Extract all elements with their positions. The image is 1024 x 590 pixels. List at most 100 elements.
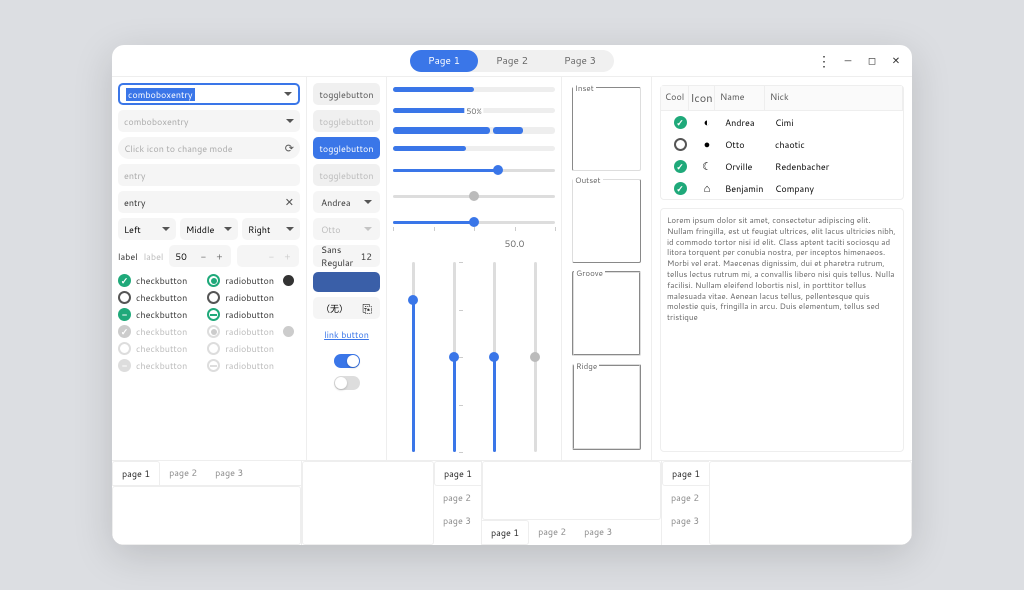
scale-horizontal-marks[interactable] [393, 215, 555, 229]
column-data: Cool Icon Name Nick ✓◐AndreaCimi●Ottocha… [652, 77, 912, 460]
link-button[interactable]: link button [313, 324, 380, 345]
column-header-cool[interactable]: Cool [661, 86, 689, 110]
entry-filled[interactable]: entry ✕ [118, 191, 300, 213]
minimize-button[interactable]: — [838, 51, 858, 71]
row-nick: Company [770, 182, 898, 195]
radiobutton-selected-disabled [207, 325, 220, 338]
notebook-tab[interactable]: page 2 [662, 486, 709, 509]
notebook-tab[interactable]: page 3 [206, 461, 252, 485]
notebook-tab[interactable]: page 1 [434, 461, 481, 486]
switch-on[interactable] [334, 354, 360, 368]
column-header-nick[interactable]: Nick [765, 86, 903, 110]
frame-inset: Inset [572, 87, 641, 171]
file-chooser-button[interactable]: （无）⎘ [313, 297, 380, 319]
decrement-button[interactable]: − [197, 250, 209, 263]
row-name: Orville [720, 160, 770, 173]
textview[interactable]: Lorem ipsum dolor sit amet, consectetur … [660, 208, 904, 452]
window-controls: ⋮ — ◻ ✕ [814, 51, 906, 71]
radio-dot-icon [283, 326, 294, 337]
checkbutton-inconsistent[interactable]: − [118, 308, 131, 321]
table-row[interactable]: ✓⌂BenjaminCompany [661, 177, 903, 199]
frame-ridge: Ridge [572, 364, 641, 450]
column-header-name[interactable]: Name [715, 86, 765, 110]
treeview[interactable]: Cool Icon Name Nick ✓◐AndreaCimi●Ottocha… [660, 85, 904, 200]
tab-page-3[interactable]: Page 3 [546, 50, 614, 72]
combo-middle[interactable]: Middle [180, 218, 238, 240]
togglebutton-4-disabled: togglebutton [313, 164, 380, 186]
row-icon: ● [694, 136, 720, 152]
checkbutton-checked-disabled: ✓ [118, 325, 131, 338]
notebook-tab[interactable]: page 3 [434, 509, 481, 532]
table-header: Cool Icon Name Nick [661, 86, 903, 111]
notebook-tab[interactable]: page 1 [662, 461, 709, 486]
scale-value-label: 50.0 [474, 235, 555, 252]
content: comboboxentry comboboxentry Click icon t… [112, 77, 912, 545]
notebook-tab[interactable]: page 2 [529, 520, 575, 545]
checkbutton-checked[interactable]: ✓ [118, 274, 131, 287]
checkbutton-unchecked[interactable] [118, 291, 131, 304]
dropdown-otto-disabled: Otto [313, 218, 380, 240]
menu-button[interactable]: ⋮ [814, 51, 834, 71]
scale-vertical-1[interactable] [406, 262, 420, 452]
notebook-tab[interactable]: page 3 [662, 509, 709, 532]
radiobutton-selected[interactable] [207, 274, 220, 287]
notebook-tab[interactable]: page 2 [160, 461, 206, 485]
table-row[interactable]: ✓◐AndreaCimi [661, 111, 903, 133]
dropdown-andrea[interactable]: Andrea [313, 191, 380, 213]
table-row[interactable]: ●Ottochaotic [661, 133, 903, 155]
cool-checked-icon[interactable]: ✓ [674, 160, 687, 173]
notebook-tab[interactable]: page 1 [482, 520, 529, 545]
combo-right[interactable]: Right [242, 218, 300, 240]
spinbutton[interactable]: 50 − + [169, 245, 231, 267]
combo-left[interactable]: Left [118, 218, 176, 240]
row-icon: ◐ [694, 114, 720, 130]
combobox-entry-flat[interactable]: comboboxentry [118, 110, 300, 132]
chevron-down-icon [286, 115, 294, 128]
notebook-tab[interactable]: page 3 [575, 520, 621, 545]
combobox-entry-focused[interactable]: comboboxentry [118, 83, 300, 105]
maximize-button[interactable]: ◻ [862, 51, 882, 71]
notebook-tabs-right: page 1 page 2 page 3 [302, 461, 482, 545]
checkbutton-unchecked-disabled [118, 342, 131, 355]
cool-unchecked-icon[interactable] [674, 138, 687, 151]
tab-page-2[interactable]: Page 2 [478, 50, 546, 72]
increment-button[interactable]: + [213, 250, 225, 263]
scale-horizontal-disabled [393, 189, 555, 203]
row-nick: Redenbacher [770, 160, 898, 173]
cool-checked-icon[interactable]: ✓ [674, 116, 687, 129]
refresh-icon[interactable]: ⟳ [285, 140, 294, 156]
entry-placeholder[interactable]: entry [118, 164, 300, 186]
clear-icon[interactable]: ✕ [285, 194, 294, 210]
scale-vertical-disabled [528, 262, 542, 452]
linked-combos: Left Middle Right [118, 218, 300, 240]
label-disabled: label [144, 250, 164, 263]
tab-page-1[interactable]: Page 1 [410, 50, 478, 72]
column-frames: Inset Outset Groove Ridge [562, 77, 652, 460]
notebooks-row: page 1 page 2 page 3 page 1 page 2 page … [112, 460, 912, 545]
cool-checked-icon[interactable]: ✓ [674, 182, 687, 195]
checkbutton-inconsistent-disabled: − [118, 359, 131, 372]
scale-horizontal[interactable] [393, 163, 555, 177]
scale-vertical-3[interactable] [487, 262, 501, 452]
font-button[interactable]: Sans Regular12 [313, 245, 380, 267]
column-header-icon[interactable]: Icon [689, 86, 715, 110]
switch-off[interactable] [334, 376, 360, 390]
radiobutton-inconsistent[interactable] [207, 308, 220, 321]
radiobutton-unselected[interactable] [207, 291, 220, 304]
vertical-scales [393, 262, 555, 452]
togglebutton-3-active[interactable]: togglebutton [313, 137, 380, 159]
color-button[interactable] [313, 272, 380, 292]
notebook-tab[interactable]: page 1 [112, 461, 160, 485]
window: Page 1 Page 2 Page 3 ⋮ — ◻ ✕ comboboxent… [112, 45, 912, 545]
notebook-tabs-top: page 1 page 2 page 3 [112, 461, 302, 545]
togglebutton-2[interactable]: togglebutton [313, 110, 380, 132]
spinbutton-disabled: − + [237, 245, 299, 267]
notebook-tab[interactable]: page 2 [434, 486, 481, 509]
togglebutton-1[interactable]: togglebutton [313, 83, 380, 105]
search-entry[interactable]: Click icon to change mode ⟳ [118, 137, 300, 159]
row-icon: ☾ [694, 158, 720, 174]
check-radio-grid: ✓checkbutton checkbutton −checkbutton ✓c… [118, 274, 300, 372]
scale-vertical-marks[interactable] [447, 262, 461, 452]
table-row[interactable]: ✓ ☾OrvilleRedenbacher [661, 155, 903, 177]
close-button[interactable]: ✕ [886, 51, 906, 71]
